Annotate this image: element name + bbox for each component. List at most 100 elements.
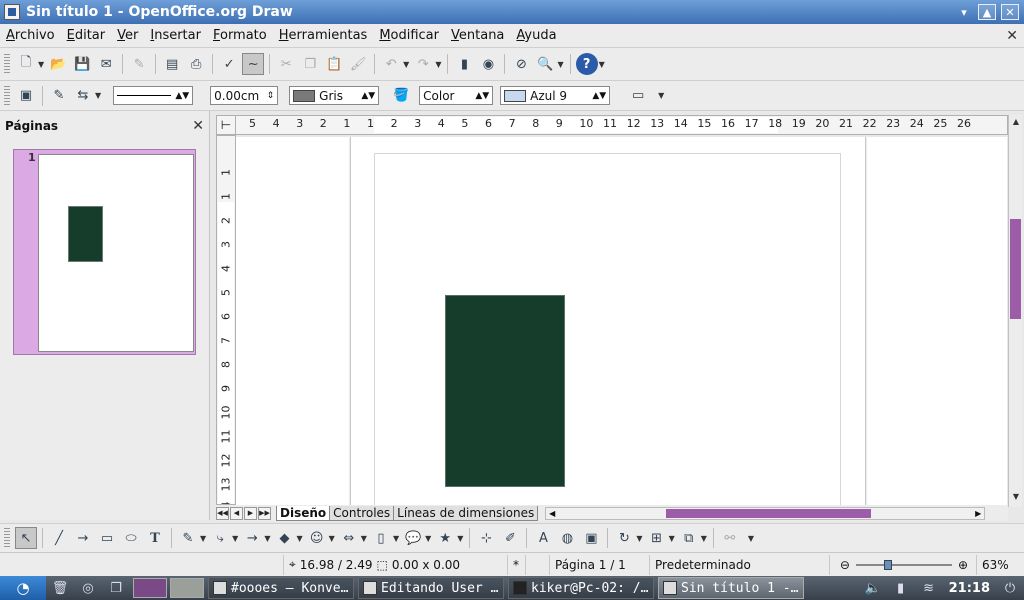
tab-lineas-dimensiones[interactable]: Líneas de dimensiones [393,505,539,521]
stars-dropdown-icon[interactable]: ▼ [457,534,463,543]
autospellcheck-icon[interactable]: ~ [242,53,265,75]
menu-archivo[interactable]: Archivo [0,28,61,43]
arrange-icon[interactable]: ⧉ [678,527,700,549]
fontwork-icon[interactable]: A [532,527,554,549]
line-style-select[interactable]: ▲▼ [113,86,194,105]
toolbar-overflow-icon[interactable]: ▼ [748,534,754,543]
spellcheck-icon[interactable]: ✓ [218,53,240,75]
browser-icon[interactable]: ◎ [77,578,99,598]
scroll-down-icon[interactable]: ▼ [1010,491,1022,503]
toolbar-grip[interactable] [4,528,10,548]
export-pdf-icon[interactable]: ▤ [161,53,183,75]
block-arrows-dropdown-icon[interactable]: ▼ [361,534,367,543]
email-icon[interactable]: ✉ [95,53,117,75]
tab-prev-icon[interactable]: ◀ [230,506,243,520]
power-icon[interactable]: ⏻ [999,578,1021,598]
menu-formato[interactable]: Formato [207,28,273,43]
modified-indicator[interactable]: * [508,554,526,575]
menu-insertar[interactable]: Insertar [144,28,207,43]
task-konversation[interactable]: #oooes – Konve… [208,577,354,599]
task-openoffice-draw[interactable]: Sin título 1 -… [658,577,804,599]
rectangle-tool-icon[interactable]: ▭ [96,527,118,549]
line-arrow-tool-icon[interactable]: → [72,527,94,549]
line-icon[interactable]: ✎ [48,85,70,107]
styles-icon[interactable]: ▣ [15,85,37,107]
line-color-select[interactable]: Gris ▲▼ [289,86,380,105]
text-tool-icon[interactable]: T [144,527,166,549]
zoom-knob[interactable] [883,559,892,570]
arrow-style-dropdown-icon[interactable]: ▼ [95,91,101,100]
maximize-button[interactable]: ▲ [978,4,996,20]
rectangle-shape[interactable] [445,295,565,487]
save-icon[interactable]: 💾 [71,53,93,75]
gallery-toolbar-icon[interactable]: ▣ [580,527,602,549]
callouts-dropdown-icon[interactable]: ▼ [425,534,431,543]
zoom-icon[interactable]: 🔍 [534,53,556,75]
ruler-corner[interactable]: ⊢ [216,115,236,135]
tab-first-icon[interactable]: ◀◀ [216,506,229,520]
edit-file-icon[interactable]: ✎ [128,53,150,75]
drawing-canvas[interactable] [236,137,1007,505]
vertical-scrollbar[interactable]: ▲ ▼ [1008,115,1022,507]
curve-dropdown-icon[interactable]: ▼ [200,534,206,543]
print-icon[interactable]: ⎙ [185,53,207,75]
from-file-icon[interactable]: ◍ [556,527,578,549]
gallery-icon[interactable]: ◉ [477,53,499,75]
line-tool-icon[interactable]: ╱ [48,527,70,549]
task-browser[interactable]: Editando User … [358,577,504,599]
menu-herramientas[interactable]: Herramientas [273,28,374,43]
arrange-dropdown-icon[interactable]: ▼ [701,534,707,543]
tab-next-icon[interactable]: ▶ [244,506,257,520]
line-width-field[interactable]: 0.00cm ⇕ [210,86,279,105]
menu-ayuda[interactable]: Ayuda [510,28,562,43]
zoom-slider[interactable]: ⊖ ⊕ [840,558,968,572]
select-pointer-icon[interactable]: ↖ [15,527,37,549]
spin-icon[interactable]: ⇕ [267,91,275,101]
tab-controles[interactable]: Controles [329,505,395,521]
volume-icon[interactable]: 🔈 [862,578,884,598]
vertical-scroll-thumb[interactable] [1010,219,1021,319]
undo-icon[interactable]: ↶ [380,53,402,75]
scroll-up-icon[interactable]: ▲ [1010,116,1022,128]
scroll-right-icon[interactable]: ▶ [972,508,984,519]
clone-format-icon[interactable]: 🖌 [347,53,369,75]
area-icon[interactable]: 🪣 [390,85,412,107]
close-window-button[interactable]: ✕ [1001,4,1019,20]
align-dropdown-icon[interactable]: ▼ [669,534,675,543]
task-terminal[interactable]: kiker@Pc-02: /… [508,577,654,599]
zoom-in-icon[interactable]: ⊕ [958,558,968,572]
window-menu-chevron-icon[interactable]: ▾ [955,4,973,20]
help-icon[interactable]: ? [575,53,598,75]
new-dropdown-icon[interactable]: ▼ [38,60,44,69]
shadow-icon[interactable]: ▭ [627,85,649,107]
tab-last-icon[interactable]: ▶▶ [258,506,271,520]
clock[interactable]: 21:18 [949,581,990,596]
symbol-shapes-dropdown-icon[interactable]: ▼ [329,534,335,543]
flowchart-dropdown-icon[interactable]: ▼ [393,534,399,543]
lines-arrows-dropdown-icon[interactable]: ▼ [264,534,270,543]
wifi-icon[interactable]: ≋ [918,578,940,598]
open-folder-icon[interactable]: 📂 [47,53,69,75]
battery-icon[interactable]: ▮ [890,578,912,598]
menu-ventana[interactable]: Ventana [445,28,510,43]
trash-icon[interactable]: 🗑 [49,578,71,598]
points-icon[interactable]: ⊹ [475,527,497,549]
stars-icon[interactable]: ★ [434,527,456,549]
zoom-track[interactable] [855,559,952,570]
windows-icon[interactable]: ❐ [105,578,127,598]
area-color-select[interactable]: Azul 9 ▲▼ [500,86,611,105]
tab-diseno[interactable]: Diseño [276,505,331,521]
new-document-icon[interactable]: 🗋 [15,53,37,75]
zoom-dropdown-icon[interactable]: ▼ [557,60,563,69]
desktop-pager-2[interactable] [170,578,204,598]
toolbar-grip[interactable] [4,85,10,106]
glue-points-icon[interactable]: ✐ [499,527,521,549]
ellipse-tool-icon[interactable]: ⬭ [120,527,142,549]
redo-icon[interactable]: ↷ [412,53,434,75]
undo-dropdown-icon[interactable]: ▼ [403,60,409,69]
block-arrows-icon[interactable]: ⇔ [338,527,360,549]
vertical-ruler[interactable]: 11234567891011121314 [216,135,236,505]
close-pages-panel-icon[interactable]: ✕ [192,118,204,134]
chart-icon[interactable]: ▮ [453,53,475,75]
curve-tool-icon[interactable]: ✎ [177,527,199,549]
